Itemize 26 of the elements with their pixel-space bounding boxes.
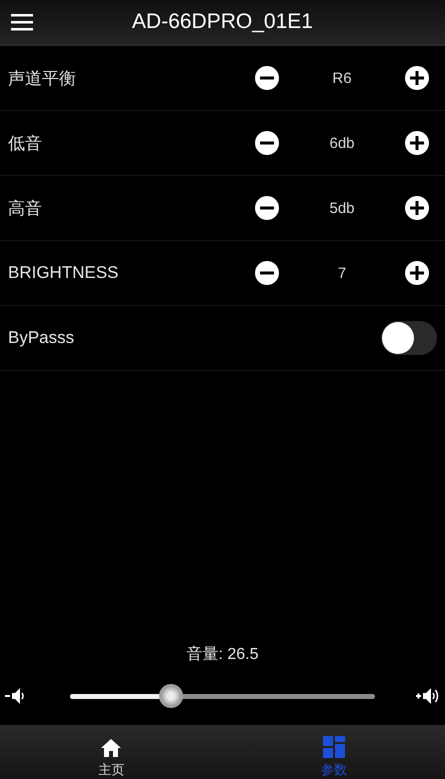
- home-icon: [100, 738, 122, 758]
- tab[interactable]: 主页: [0, 725, 222, 779]
- volume-up-icon[interactable]: [416, 686, 440, 706]
- slider-thumb[interactable]: [158, 684, 183, 708]
- setting-value: 5db: [329, 200, 355, 216]
- plus-button[interactable]: [405, 261, 429, 285]
- setting-label: 高音: [8, 198, 42, 218]
- minus-button[interactable]: [255, 196, 279, 220]
- grid-icon: [322, 736, 345, 758]
- minus-button[interactable]: [255, 66, 279, 90]
- setting-label: ByPasss: [8, 328, 74, 347]
- device-title: AD-66DPRO_01E1: [132, 10, 313, 34]
- setting-value: 7: [338, 264, 346, 282]
- minus-button[interactable]: [255, 131, 279, 155]
- plus-button[interactable]: [405, 66, 429, 90]
- toggle-switch[interactable]: [381, 321, 437, 355]
- setting-value: 6db: [329, 134, 355, 152]
- setting-value: R6: [332, 70, 352, 86]
- setting-label: BRIGHTNESS: [8, 263, 119, 282]
- setting-label: 声道平衡: [8, 68, 76, 88]
- menu-icon[interactable]: [11, 13, 33, 31]
- plus-button[interactable]: [405, 131, 429, 155]
- plus-button[interactable]: [405, 196, 429, 220]
- volume-label: 音量: 26.5: [186, 644, 259, 665]
- setting-label: 低音: [8, 134, 42, 152]
- minus-button[interactable]: [255, 261, 279, 285]
